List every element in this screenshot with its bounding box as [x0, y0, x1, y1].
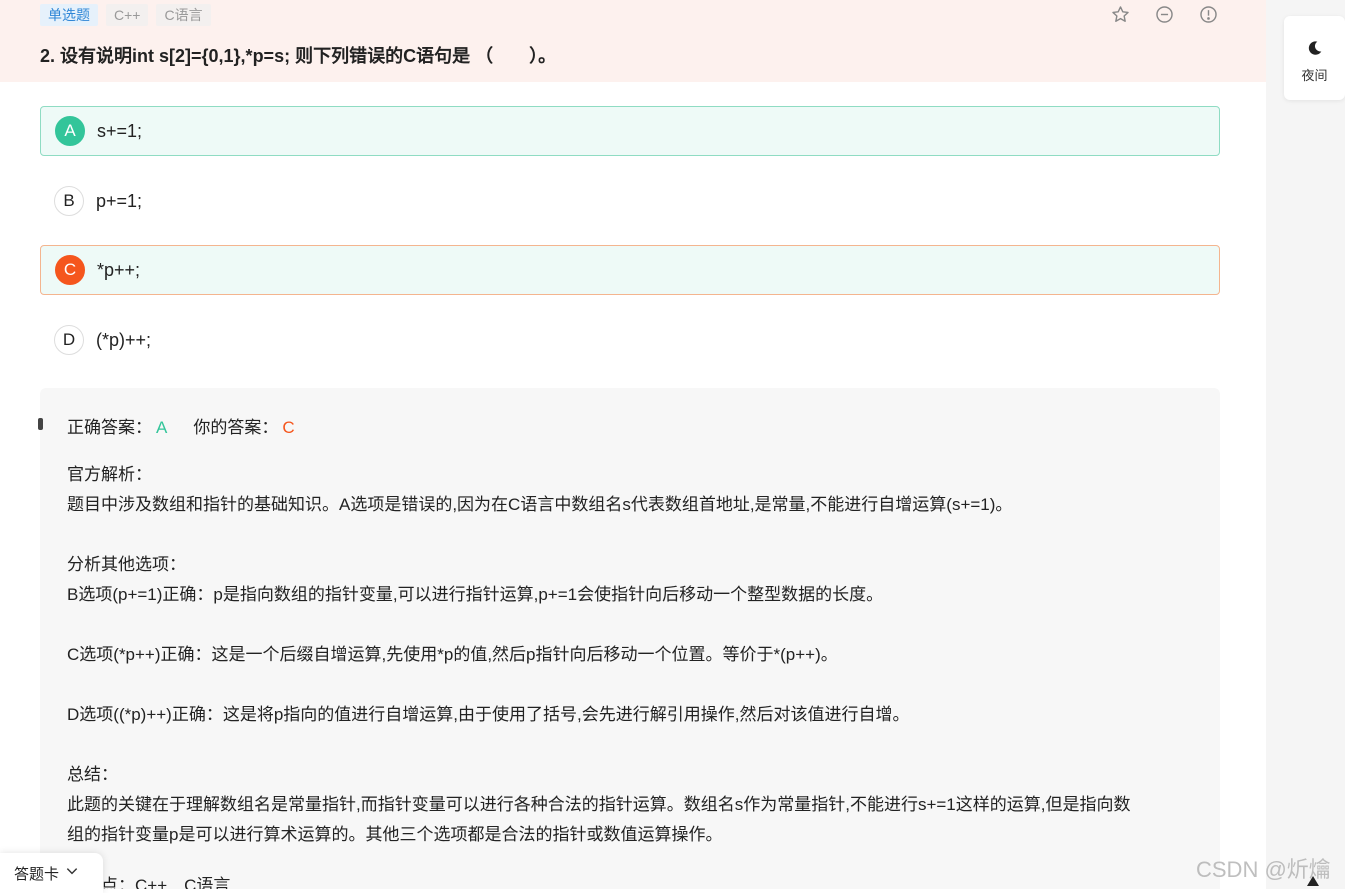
minus-circle-icon[interactable]: [1154, 4, 1174, 24]
answer-card-label: 答题卡: [14, 865, 60, 883]
option-a[interactable]: A s+=1;: [40, 106, 1220, 156]
correct-answer-label: 正确答案：: [67, 418, 152, 437]
answer-card-button[interactable]: 答题卡: [0, 853, 103, 893]
analysis-text: 官方解析： 题目中涉及数组和指针的基础知识。A选项是错误的,因为在C语言中数组名…: [67, 465, 1131, 844]
option-text: (*p)++;: [96, 329, 152, 350]
answer-summary: 正确答案： A 你的答案： C: [67, 413, 295, 438]
option-text: *p++;: [97, 259, 141, 280]
night-mode-label: 夜间: [1301, 68, 1328, 83]
marker-dot: [38, 418, 43, 430]
option-text: p+=1;: [96, 190, 143, 211]
question-panel: 单选题 C++ C语言 2. 设有说明int s[2]={0,1},*p=s; …: [0, 0, 1266, 889]
tag-cpp: C++: [106, 4, 149, 26]
info-circle-icon[interactable]: [1198, 4, 1218, 24]
tag-question-type: 单选题: [40, 4, 98, 26]
question-actions: [1110, 4, 1218, 24]
question-header: 单选题 C++ C语言 2. 设有说明int s[2]={0,1},*p=s; …: [0, 0, 1266, 82]
option-letter: A: [55, 116, 85, 146]
option-text: s+=1;: [97, 120, 143, 141]
analysis-panel: 正确答案： A 你的答案： C 官方解析： 题目中涉及数组和指针的基础知识。A选项是错…: [38, 388, 1220, 889]
right-sidebar: 夜间: [1266, 0, 1345, 889]
option-letter: D: [54, 325, 84, 355]
option-letter: B: [54, 186, 84, 216]
chevron-down-icon: [59, 864, 79, 882]
watermark: CSDN @炘爚: [1196, 857, 1331, 882]
tag-list: 单选题 C++ C语言: [40, 4, 211, 26]
correct-answer-value: A: [156, 418, 168, 437]
night-mode-button[interactable]: 夜间: [1284, 16, 1345, 100]
option-letter: C: [55, 255, 85, 285]
tag-c-language: C语言: [156, 4, 211, 26]
question-title: 2. 设有说明int s[2]={0,1},*p=s; 则下列错误的C语句是 （…: [40, 46, 557, 66]
option-c[interactable]: C *p++;: [40, 245, 1220, 295]
option-b[interactable]: B p+=1;: [40, 176, 1220, 226]
option-d[interactable]: D (*p)++;: [40, 315, 1220, 365]
your-answer-value: C: [282, 418, 295, 437]
star-icon[interactable]: [1110, 4, 1130, 24]
your-answer-label: 你的答案：: [193, 418, 279, 437]
moon-icon: [1307, 40, 1323, 61]
